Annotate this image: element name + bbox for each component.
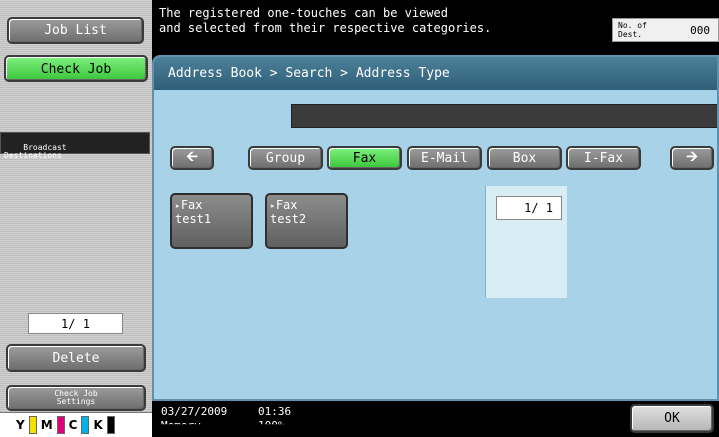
one-touch-list: ➤Fax test1 ➤Fax test2: [162, 185, 642, 385]
job-list-button[interactable]: Job List: [7, 17, 144, 44]
header-message: The registered one-touches can be viewed…: [159, 6, 491, 36]
toner-bar-black: [106, 416, 115, 434]
broadcast-destinations-tab[interactable]: Broadcast Destinations: [0, 132, 150, 160]
toner-label-k: K: [93, 418, 103, 432]
list-page-area: 1/ 1: [485, 186, 567, 298]
previous-category-button[interactable]: 🡨: [170, 146, 214, 170]
fax-type-icon: ➤: [175, 202, 180, 211]
breadcrumb-text: Address Book > Search > Address Type: [168, 66, 450, 81]
ok-button[interactable]: OK: [630, 404, 714, 433]
delete-button[interactable]: Delete: [6, 344, 146, 372]
list-page-indicator-text: 1/ 1: [524, 201, 553, 215]
right-arrow-icon: 🡪: [686, 149, 698, 165]
status-bar: 03/27/2009 01:36 Memory 100% OK: [152, 401, 719, 437]
delete-label: Delete: [52, 350, 100, 366]
check-job-settings-label: Check Job Settings: [54, 389, 98, 406]
tab-fax[interactable]: Fax: [327, 146, 402, 170]
left-arrow-icon: 🡨: [186, 149, 198, 165]
sidebar-page-indicator-text: 1/ 1: [61, 316, 90, 331]
left-sidebar: Job List Check Job Broadcast Destination…: [0, 0, 152, 437]
status-date: 03/27/2009: [161, 405, 228, 418]
destination-count-box: No. of Dest. 000: [612, 18, 719, 42]
broadcast-destinations-label: Broadcast Destinations: [4, 143, 67, 160]
entry-name: test1: [175, 212, 212, 226]
tab-email-label: E-Mail: [421, 150, 468, 166]
destination-count-label: No. of Dest.: [618, 21, 647, 39]
memory-value: 100%: [258, 419, 285, 432]
destination-count-value: 000: [690, 24, 710, 37]
check-job-settings-button[interactable]: Check Job Settings: [6, 385, 146, 411]
tab-email[interactable]: E-Mail: [407, 146, 482, 170]
toner-label-c: C: [68, 418, 78, 432]
header-bar: The registered one-touches can be viewed…: [152, 0, 719, 52]
tab-group[interactable]: Group: [248, 146, 323, 170]
tab-group-label: Group: [265, 150, 306, 166]
toner-bar-magenta: [56, 416, 65, 434]
address-book-panel: Address Book > Search > Address Type 🡨 G…: [152, 55, 719, 401]
toner-bar-yellow: [28, 416, 37, 434]
tab-fax-label: Fax: [352, 150, 377, 166]
breadcrumb: Address Book > Search > Address Type: [154, 57, 717, 90]
memory-label: Memory: [161, 419, 201, 432]
tab-ifax-label: I-Fax: [583, 150, 624, 166]
tab-box-label: Box: [512, 150, 537, 166]
entry-name: test2: [270, 212, 307, 226]
list-page-indicator: 1/ 1: [496, 196, 562, 220]
ok-label: OK: [664, 411, 680, 426]
toner-label-m: M: [40, 418, 53, 432]
header-message-line1: The registered one-touches can be viewed: [159, 6, 448, 20]
check-job-label: Check Job: [40, 62, 112, 77]
check-job-button[interactable]: Check Job: [4, 55, 148, 82]
entry-type: Fax: [275, 198, 298, 212]
status-time: 01:36: [258, 405, 292, 418]
toner-bar-cyan: [81, 416, 90, 434]
one-touch-entry[interactable]: ➤Fax test2: [265, 193, 348, 249]
toner-levels: Y M C K: [0, 412, 152, 437]
tab-ifax[interactable]: I-Fax: [566, 146, 641, 170]
job-list-label: Job List: [44, 23, 107, 38]
sidebar-page-indicator: 1/ 1: [28, 313, 123, 334]
entry-type: Fax: [180, 198, 203, 212]
search-field[interactable]: [291, 104, 717, 128]
next-category-button[interactable]: 🡪: [670, 146, 714, 170]
one-touch-entry[interactable]: ➤Fax test1: [170, 193, 253, 249]
header-message-line2: and selected from their respective categ…: [159, 21, 492, 35]
tab-box[interactable]: Box: [487, 146, 562, 170]
toner-label-y: Y: [16, 418, 25, 432]
fax-type-icon: ➤: [270, 202, 275, 211]
